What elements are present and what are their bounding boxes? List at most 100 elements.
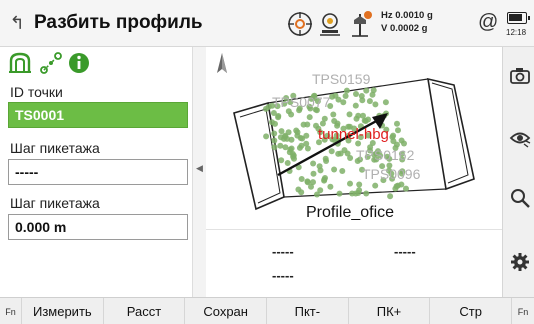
fn-left-button[interactable]: Fn: [0, 298, 22, 324]
point-id-field[interactable]: TS0001: [8, 102, 188, 128]
survey-point: [293, 127, 300, 134]
chainage-step-label-2: Шаг пикетажа: [10, 195, 100, 211]
gear-icon[interactable]: [509, 251, 531, 273]
survey-point: [392, 185, 399, 192]
readout-value-3: -----: [272, 268, 294, 283]
point-label-tps0077: TPS0077: [272, 94, 331, 110]
stakeout-readout: ----- ----- -----: [206, 229, 502, 297]
survey-point: [300, 121, 307, 128]
survey-point: [382, 99, 389, 106]
line-points-icon[interactable]: [39, 51, 63, 75]
survey-point: [363, 190, 370, 197]
survey-point: [342, 93, 349, 99]
tunnel-label: tunnel-hbg: [318, 126, 389, 143]
point-id-label: ID точки: [10, 84, 63, 100]
survey-point: [271, 130, 278, 137]
eye-icon[interactable]: [509, 127, 531, 149]
survey-point: [387, 193, 394, 200]
survey-point: [356, 181, 363, 188]
point-label-tps0159: TPS0159: [312, 71, 371, 87]
target-icon[interactable]: [286, 10, 314, 38]
survey-point: [328, 148, 335, 155]
at-icon[interactable]: @: [478, 11, 498, 34]
survey-point: [395, 127, 401, 134]
profile-icon[interactable]: [8, 51, 32, 75]
info-icon[interactable]: [67, 51, 91, 75]
survey-point: [289, 150, 296, 157]
prism-icon[interactable]: [346, 10, 374, 38]
survey-point: [304, 179, 311, 186]
chainage-step-field-2[interactable]: 0.000 m: [8, 214, 188, 240]
panel-collapse-handle[interactable]: ◀: [192, 47, 206, 297]
measure-button[interactable]: Измерить: [22, 298, 104, 324]
map-view[interactable]: TPS0159 TPS0077 TPS0162 TPS0096 tunnel-h…: [206, 47, 502, 229]
save-button[interactable]: Сохран: [185, 298, 268, 324]
survey-point: [353, 91, 359, 97]
survey-point: [336, 190, 343, 197]
survey-point: [316, 163, 323, 170]
survey-point: [394, 120, 400, 127]
survey-point: [284, 160, 291, 166]
survey-point: [282, 133, 288, 140]
survey-point: [327, 183, 334, 190]
survey-point: [282, 144, 289, 151]
battery-icon: [507, 12, 530, 24]
survey-point: [363, 87, 370, 94]
survey-point: [288, 111, 295, 118]
survey-point: [321, 177, 328, 184]
survey-point: [271, 144, 278, 151]
search-icon[interactable]: [509, 187, 531, 209]
profile-name-label: Profile_ofice: [306, 204, 394, 221]
point-label-tps0162: TPS0162: [356, 147, 415, 163]
fn-right-button[interactable]: Fn: [512, 298, 534, 324]
survey-point: [339, 168, 346, 174]
survey-point: [288, 136, 295, 143]
survey-point: [347, 180, 353, 187]
page-title: Разбить профиль: [34, 12, 203, 33]
survey-point: [372, 101, 379, 108]
page-button[interactable]: Стр: [430, 298, 513, 324]
back-icon[interactable]: ↰: [6, 12, 28, 34]
north-arrow-icon: [217, 53, 227, 73]
survey-point: [323, 158, 330, 164]
survey-point: [263, 133, 270, 140]
left-form-panel: ID точки TS0001 Шаг пикетажа ----- Шаг п…: [0, 47, 192, 297]
survey-point: [337, 150, 344, 157]
survey-point: [303, 140, 310, 147]
survey-point: [366, 98, 373, 105]
next-chainage-button[interactable]: ПК+: [349, 298, 431, 324]
header-bar: ↰ Разбить профиль Hz 0.0010 g V 0.0002 g…: [0, 0, 534, 47]
survey-point: [359, 97, 366, 104]
survey-point: [265, 103, 272, 110]
v-value: V 0.0002 g: [381, 23, 428, 34]
prev-point-button[interactable]: Пкт-: [267, 298, 349, 324]
survey-point: [361, 117, 368, 124]
camera-icon[interactable]: [509, 65, 531, 87]
station-icon[interactable]: [316, 10, 344, 38]
survey-point: [297, 135, 304, 141]
survey-point: [298, 176, 305, 182]
survey-point: [278, 157, 285, 164]
chainage-step-label-1: Шаг пикетажа: [10, 140, 100, 156]
survey-point: [390, 138, 397, 145]
point-label-tps0096: TPS0096: [362, 166, 421, 182]
survey-point: [390, 132, 397, 139]
survey-point: [310, 170, 317, 177]
distance-button[interactable]: Расст: [104, 298, 186, 324]
survey-point: [372, 182, 379, 189]
survey-point: [352, 102, 359, 109]
survey-point: [310, 160, 317, 167]
readout-value-1: -----: [272, 244, 294, 259]
angle-readout: Hz 0.0010 g V 0.0002 g: [381, 9, 433, 35]
survey-point: [346, 111, 353, 118]
survey-point: [277, 142, 284, 149]
survey-point: [340, 99, 347, 106]
chevron-left-icon: ◀: [196, 163, 203, 173]
softkey-bar: Fn Измерить Расст Сохран Пкт- ПК+ Стр Fn: [0, 297, 534, 324]
survey-point: [303, 132, 310, 139]
clock-time: 12:18: [506, 28, 527, 37]
survey-point: [331, 166, 338, 173]
chainage-step-field-1[interactable]: -----: [8, 159, 188, 185]
right-toolbar: [502, 47, 534, 297]
survey-point: [272, 120, 278, 127]
